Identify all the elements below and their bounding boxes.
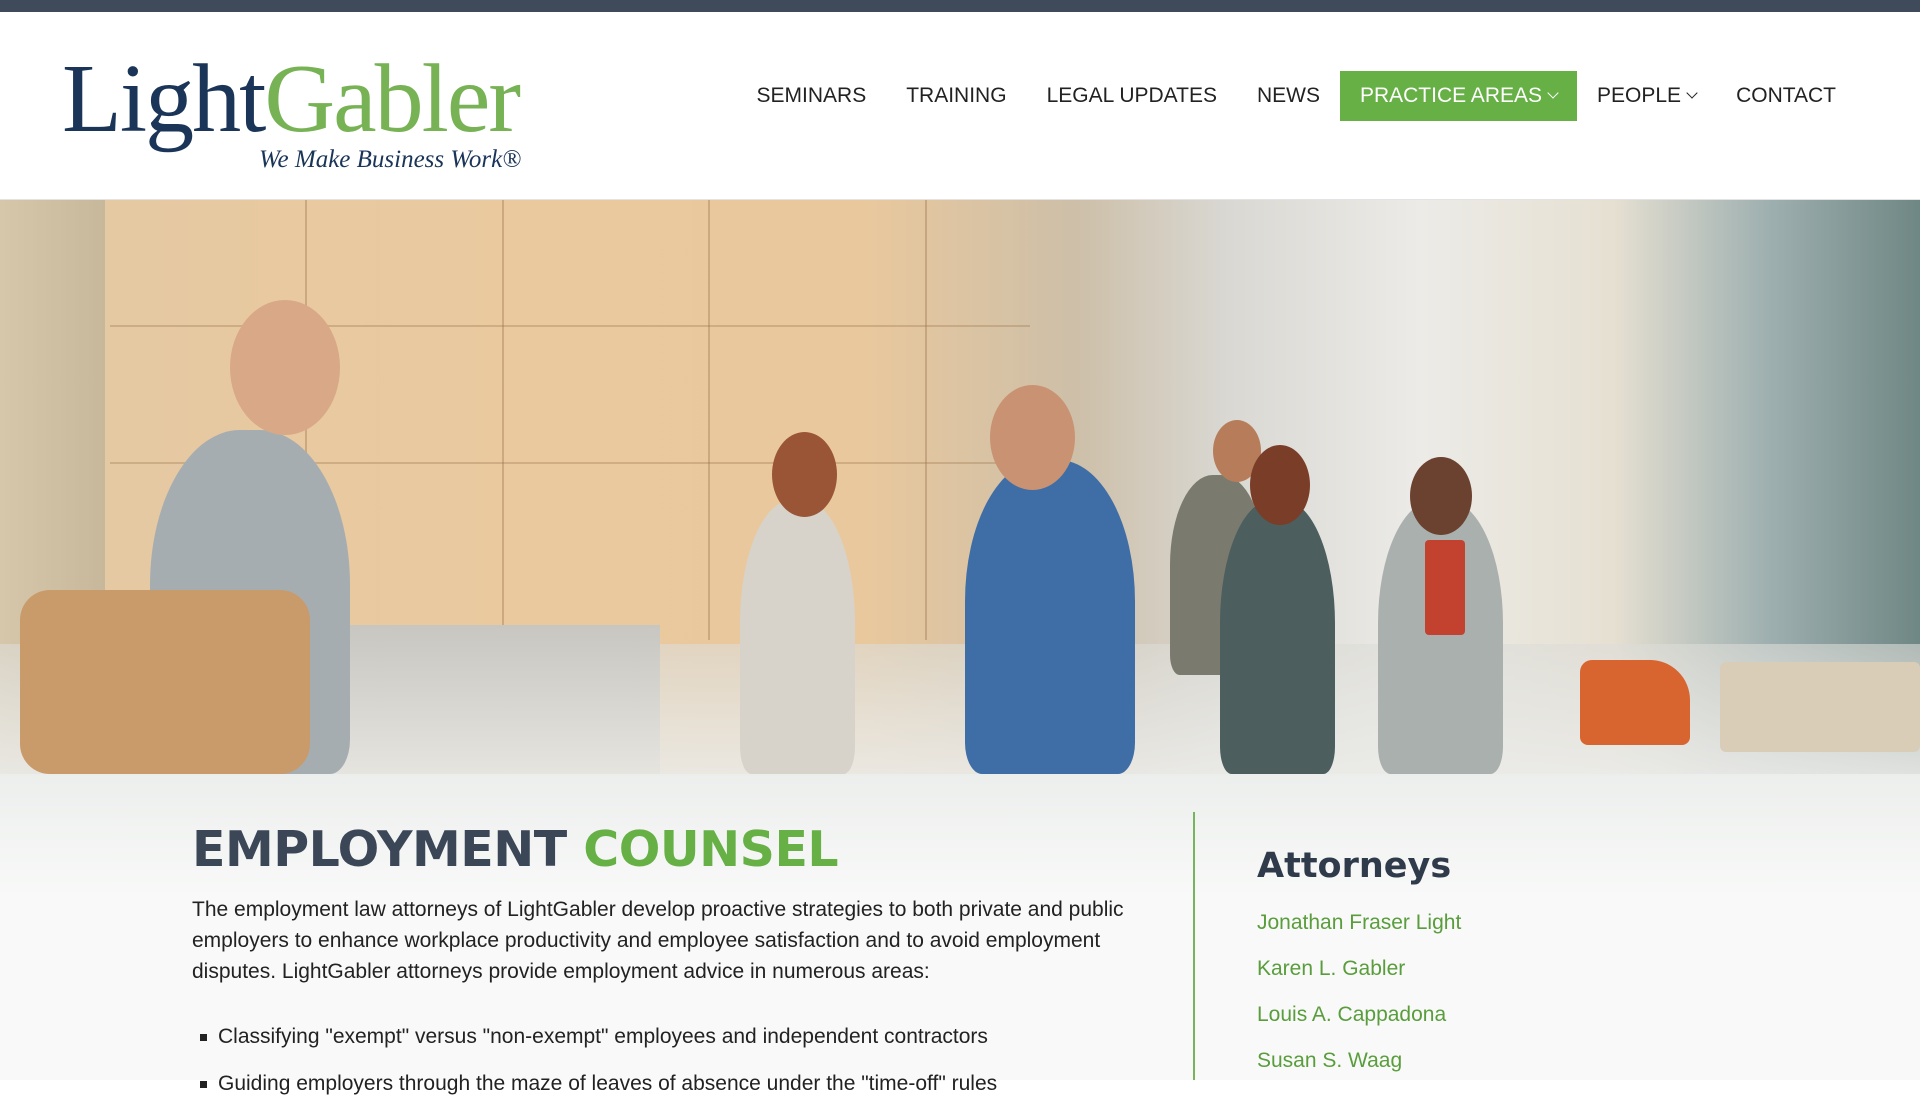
attorney-list: Jonathan Fraser Light Karen L. Gabler Lo… (1257, 908, 1757, 1076)
hero-handbag (20, 590, 310, 774)
nav-item-people[interactable]: PEOPLE (1577, 71, 1716, 121)
hero-orange-chair (1580, 660, 1690, 745)
site-header: LightGabler We Make Business Work® SEMIN… (0, 12, 1920, 200)
nav-item-seminars[interactable]: SEMINARS (737, 71, 887, 121)
hero-sofa (1720, 662, 1920, 752)
nav-item-news[interactable]: NEWS (1237, 71, 1340, 121)
attorney-link[interactable]: Susan S. Waag (1257, 1046, 1757, 1076)
column-divider (1193, 812, 1195, 1080)
nav-item-practice-areas[interactable]: PRACTICE AREAS (1339, 71, 1578, 121)
attorney-link[interactable]: Karen L. Gabler (1257, 954, 1757, 984)
nav-item-training[interactable]: TRAINING (886, 71, 1026, 121)
main-column: EMPLOYMENT COUNSEL The employment law at… (192, 820, 1152, 1115)
list-item: Classifying "exempt" versus "non-exempt"… (192, 1021, 1152, 1052)
top-accent-bar (0, 0, 1920, 12)
nav-item-legal-updates[interactable]: LEGAL UPDATES (1027, 71, 1237, 121)
practice-list: Classifying "exempt" versus "non-exempt"… (192, 1021, 1152, 1099)
nav-item-contact[interactable]: CONTACT (1716, 71, 1856, 121)
main-navigation: SEMINARS TRAINING LEGAL UPDATES NEWS PRA… (737, 71, 1856, 121)
hero-person-man-blue-suit (965, 460, 1135, 774)
bullet-icon (200, 1034, 207, 1041)
intro-paragraph: The employment law attorneys of LightGab… (192, 898, 1124, 983)
chevron-down-icon (1547, 87, 1559, 99)
logo-wordmark: LightGabler (62, 45, 521, 153)
attorney-link[interactable]: Louis A. Cappadona (1257, 1000, 1757, 1030)
hero-person-woman-back (740, 500, 855, 774)
sidebar-title: Attorneys (1257, 846, 1452, 886)
hero-image (0, 200, 1920, 774)
attorneys-sidebar: Attorneys Jonathan Fraser Light Karen L.… (1257, 840, 1757, 1092)
logo-tagline: We Make Business Work® (259, 146, 522, 173)
page-title: EMPLOYMENT COUNSEL (192, 821, 839, 878)
bullet-icon (200, 1081, 207, 1088)
attorney-link[interactable]: Jonathan Fraser Light (1257, 908, 1757, 938)
list-item: Guiding employers through the maze of le… (192, 1068, 1152, 1099)
chevron-down-icon (1686, 87, 1698, 99)
hero-person-woman-dress (1220, 500, 1335, 774)
site-logo[interactable]: LightGabler We Make Business Work® (62, 50, 532, 180)
